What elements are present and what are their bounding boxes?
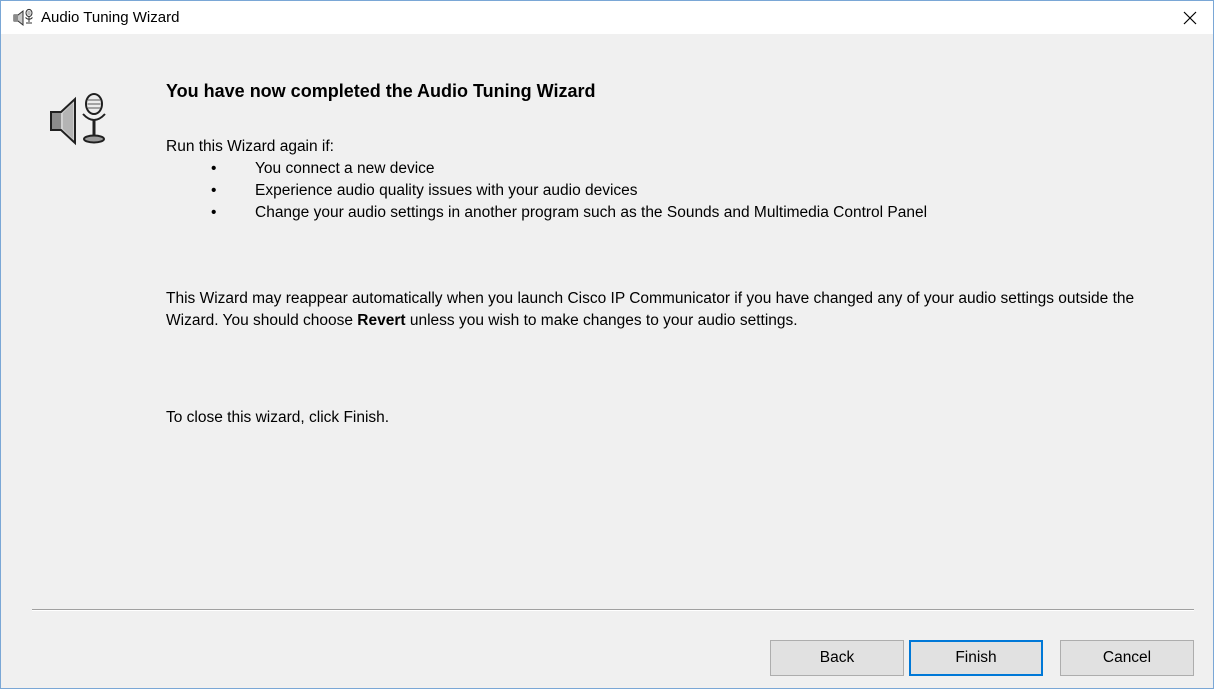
close-icon (1183, 11, 1197, 24)
list-item: • Experience audio quality issues with y… (166, 180, 1126, 202)
button-separator (32, 609, 1194, 611)
list-item-text: Change your audio settings in another pr… (255, 204, 928, 221)
intro-text: Run this Wizard again if: (166, 138, 334, 155)
cancel-button[interactable]: Cancel (1060, 640, 1194, 676)
rerun-conditions-list: • You connect a new device • Experience … (166, 158, 1126, 224)
close-instructions: To close this wizard, click Finish. (166, 409, 390, 426)
speaker-microphone-icon (13, 8, 35, 28)
close-button[interactable] (1167, 1, 1213, 34)
window-title: Audio Tuning Wizard (41, 9, 180, 26)
list-item: • Change your audio settings in another … (166, 202, 1126, 224)
list-item-text: You connect a new device (255, 160, 435, 177)
title-bar[interactable]: Audio Tuning Wizard (1, 1, 1213, 34)
speaker-microphone-icon (49, 90, 111, 150)
back-button[interactable]: Back (770, 640, 904, 676)
completion-heading: You have now completed the Audio Tuning … (166, 81, 596, 101)
revert-keyword: Revert (357, 312, 406, 329)
reappear-note: This Wizard may reappear automatically w… (166, 288, 1156, 332)
audio-tuning-wizard-window: Audio Tuning Wizard You have now complet… (0, 0, 1214, 689)
list-item-text: Experience audio quality issues with you… (255, 182, 638, 199)
reappear-note-text-end: unless you wish to make changes to your … (405, 312, 798, 329)
list-item: • You connect a new device (166, 158, 1126, 180)
bullet-marker: • (211, 182, 217, 199)
bullet-marker: • (211, 204, 217, 221)
wizard-content: You have now completed the Audio Tuning … (1, 34, 1213, 688)
bullet-marker: • (211, 160, 217, 177)
finish-button[interactable]: Finish (909, 640, 1043, 676)
